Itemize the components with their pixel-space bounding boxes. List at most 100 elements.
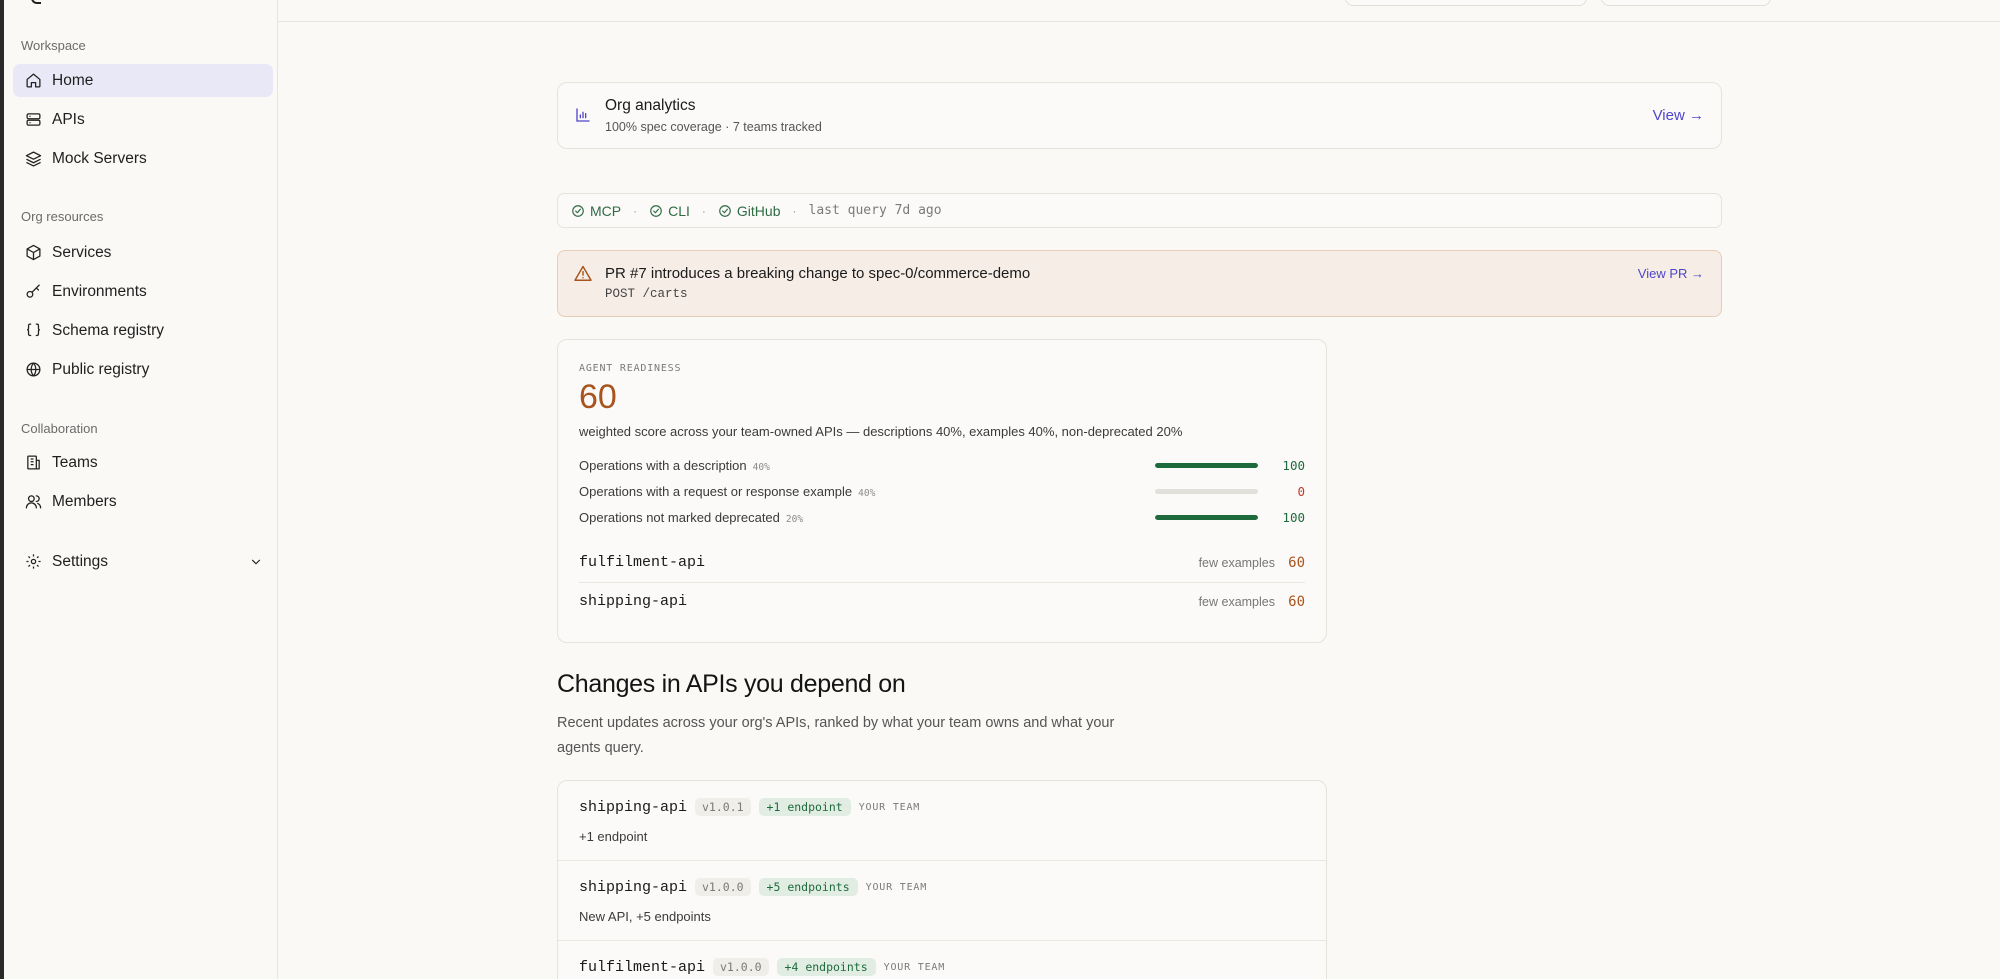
breaking-change-alert: PR #7 introduces a breaking change to sp…: [557, 250, 1722, 317]
version-badge: v1.0.0: [695, 878, 751, 896]
integration-github[interactable]: GitHub: [718, 203, 781, 219]
metric-label: Operations with a description 40%: [579, 458, 770, 473]
check-circle-icon: [650, 204, 662, 217]
metric-weight: 40%: [752, 462, 770, 473]
version-badge: v1.0.1: [695, 798, 751, 816]
diff-badge: +4 endpoints: [776, 958, 876, 976]
gear-icon: [26, 554, 41, 569]
top-search-field[interactable]: [1345, 0, 1587, 6]
metric-value: 100: [1282, 458, 1305, 473]
owner-badge: YOUR TEAM: [865, 881, 928, 893]
integration-mcp[interactable]: MCP: [571, 203, 621, 219]
metric-label: Operations with a request or response ex…: [579, 484, 876, 499]
readiness-description: weighted score across your team-owned AP…: [579, 424, 1183, 439]
metric-row: Operations not marked deprecated 20% 100: [579, 507, 1305, 527]
metric-row: Operations with a description 40% 100: [579, 455, 1305, 475]
integration-label: GitHub: [736, 202, 781, 219]
building-icon: [27, 455, 40, 470]
sidebar-item-schema-registry[interactable]: Schema registry: [13, 314, 273, 347]
change-item[interactable]: fulfilment-api v1.0.0 +4 endpoints YOUR …: [558, 941, 1326, 979]
view-pr-link[interactable]: View PR →: [1638, 266, 1704, 281]
sidebar-item-label: Settings: [52, 552, 109, 570]
metric-weight: 20%: [785, 514, 804, 525]
sidebar-item-members[interactable]: Members: [13, 485, 273, 518]
sidebar-item-label: Teams: [52, 453, 98, 471]
sidebar-item-apis[interactable]: APIs: [13, 103, 273, 136]
separator: ·: [792, 203, 797, 218]
home-icon: [26, 73, 41, 88]
sidebar-item-teams[interactable]: Teams: [13, 446, 273, 479]
integration-cli[interactable]: CLI: [649, 203, 690, 219]
change-item[interactable]: shipping-api v1.0.1 +1 endpoint YOUR TEA…: [558, 781, 1326, 861]
metric-weight: 40%: [858, 488, 876, 499]
check-circle-icon: [719, 204, 731, 217]
separator: ·: [701, 203, 706, 218]
sidebar-item-services[interactable]: Services: [13, 236, 273, 269]
sidebar-item-home[interactable]: Home: [13, 64, 273, 97]
sidebar-item-public-registry[interactable]: Public registry: [13, 353, 273, 386]
globe-icon: [26, 362, 41, 377]
section-label-org-resources: Org resources: [21, 209, 104, 224]
sidebar-item-label: Mock Servers: [52, 149, 147, 167]
alert-title: PR #7 introduces a breaking change to sp…: [605, 265, 1031, 282]
change-item[interactable]: shipping-api v1.0.0 +5 endpoints YOUR TE…: [558, 861, 1326, 941]
analytics-subtitle: 100% spec coverage · 7 teams tracked: [605, 120, 822, 134]
warning-icon: [574, 265, 592, 281]
readiness-score: 60: [579, 378, 617, 416]
api-score: 60: [1288, 594, 1305, 610]
readiness-label: AGENT READINESS: [579, 363, 682, 374]
change-api-name: fulfilment-api: [579, 959, 706, 976]
sidebar: Workspace Home APIs Mock Servers Org res…: [4, 0, 278, 979]
api-score: 60: [1288, 555, 1305, 571]
change-api-name: shipping-api: [579, 879, 688, 896]
sidebar-item-label: Environments: [52, 282, 147, 300]
box-icon: [26, 244, 41, 261]
section-label-workspace: Workspace: [21, 38, 86, 53]
metric-row: Operations with a request or response ex…: [579, 481, 1305, 501]
analytics-title: Org analytics: [605, 97, 696, 114]
analytics-view-link[interactable]: View →: [1653, 107, 1704, 124]
sidebar-item-label: Schema registry: [52, 321, 164, 339]
integrations-strip: MCP · CLI · GitHub · last query 7d ago: [557, 193, 1722, 228]
diff-badge: +5 endpoints: [758, 878, 858, 896]
metric-value: 100: [1282, 510, 1305, 525]
users-icon: [25, 495, 42, 509]
change-api-name: shipping-api: [579, 799, 688, 816]
sidebar-item-label: Public registry: [52, 360, 150, 378]
api-note: few examples: [1198, 556, 1275, 570]
metric-label: Operations not marked deprecated 20%: [579, 510, 804, 525]
changes-heading: Changes in APIs you depend on: [557, 670, 906, 698]
integration-label: MCP: [590, 202, 622, 219]
sidebar-item-settings[interactable]: Settings: [13, 545, 273, 578]
alert-endpoint: POST /carts: [605, 287, 688, 301]
api-name: shipping-api: [579, 593, 688, 610]
sidebar-item-label: Services: [52, 243, 112, 261]
agent-readiness-card: AGENT READINESS 60 weighted score across…: [557, 339, 1327, 643]
top-bar: [278, 0, 2000, 22]
metric-bar-fill: [1155, 515, 1258, 520]
logo-icon: [31, 0, 41, 4]
sidebar-item-mock-servers[interactable]: Mock Servers: [13, 142, 273, 175]
metric-value: 0: [1297, 484, 1305, 499]
metric-bar: [1155, 463, 1258, 468]
check-circle-icon: [572, 204, 584, 217]
sidebar-item-label: Members: [52, 492, 117, 510]
diff-badge: +1 endpoint: [758, 798, 851, 816]
sidebar-item-label: Home: [52, 71, 94, 89]
readiness-api-row[interactable]: shipping-api few examples 60: [579, 583, 1305, 621]
change-summary: +1 endpoint: [579, 829, 648, 844]
readiness-api-row[interactable]: fulfilment-api few examples 60: [579, 544, 1305, 582]
owner-badge: YOUR TEAM: [858, 801, 921, 813]
chevron-down-icon: [251, 559, 261, 564]
server-icon: [26, 113, 41, 126]
bar-chart-icon: [576, 108, 590, 122]
sidebar-item-environments[interactable]: Environments: [13, 275, 273, 308]
top-action-button[interactable]: [1601, 0, 1771, 6]
metric-bar: [1155, 489, 1258, 494]
api-name: fulfilment-api: [579, 554, 706, 571]
braces-icon: [27, 323, 40, 337]
version-badge: v1.0.0: [713, 958, 769, 976]
last-query-text: last query 7d ago: [808, 203, 942, 218]
separator: ·: [633, 203, 638, 218]
org-analytics-card: Org analytics 100% spec coverage · 7 tea…: [557, 82, 1722, 149]
